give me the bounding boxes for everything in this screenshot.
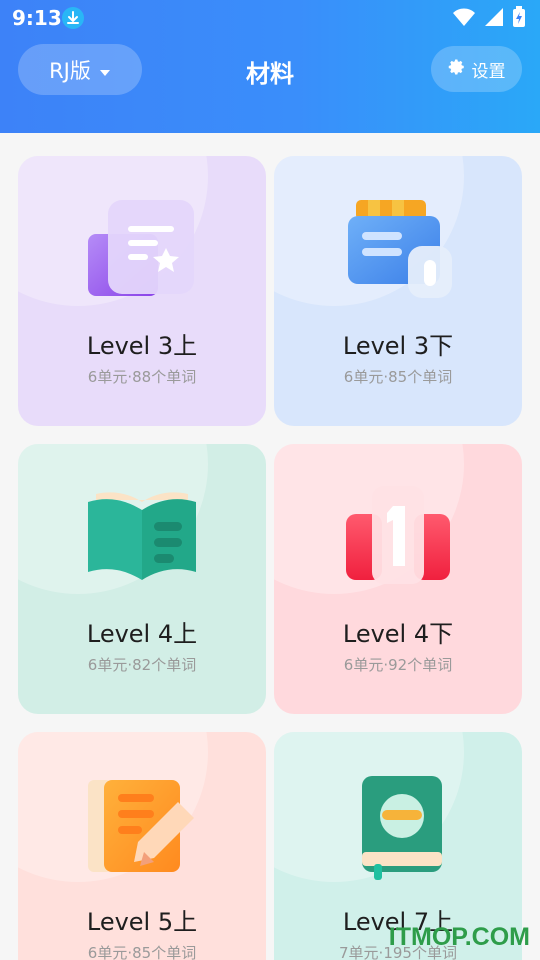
battery-icon [512,6,526,32]
material-card-level-3-up[interactable]: Level 3上 6单元·88个单词 [18,156,266,426]
card-title: Level 3上 [86,332,198,360]
card-meta: 6单元·85个单词 [87,944,197,960]
material-card-level-4-down[interactable]: Level 4下 6单元·92个单词 [274,444,522,714]
signal-icon [484,7,504,31]
card-meta: 6单元·88个单词 [87,368,197,386]
card-title: Level 4下 [342,620,454,648]
card-wallet-icon [338,196,458,306]
watermark: ITMOP.COM [388,923,530,951]
settings-button[interactable]: 设置 [431,46,522,92]
folder-star-icon [82,196,202,306]
open-book-icon [82,484,202,594]
wifi-icon [452,7,476,31]
closed-book-icon [338,772,458,882]
notebook-pencil-icon [82,772,202,882]
nav-bar: RJ版 材料 设置 [0,36,540,106]
card-meta: 6单元·82个单词 [87,656,197,674]
card-title: Level 4上 [86,620,198,648]
app-header: 9:13 RJ版 材料 设置 [0,0,540,133]
card-meta: 6单元·85个单词 [343,368,453,386]
card-meta: 6单元·92个单词 [343,656,453,674]
status-bar: 9:13 [0,0,540,36]
material-card-level-4-up[interactable]: Level 4上 6单元·82个单词 [18,444,266,714]
card-title: Level 5上 [86,908,198,936]
settings-label: 设置 [471,61,506,82]
card-title: Level 3下 [342,332,454,360]
material-card-level-3-down[interactable]: Level 3下 6单元·85个单词 [274,156,522,426]
download-icon [62,7,84,29]
status-time: 9:13 [12,6,62,30]
ranking-one-icon [338,484,458,594]
material-card-level-5-up[interactable]: Level 5上 6单元·85个单词 [18,732,266,960]
gear-icon [448,58,466,81]
